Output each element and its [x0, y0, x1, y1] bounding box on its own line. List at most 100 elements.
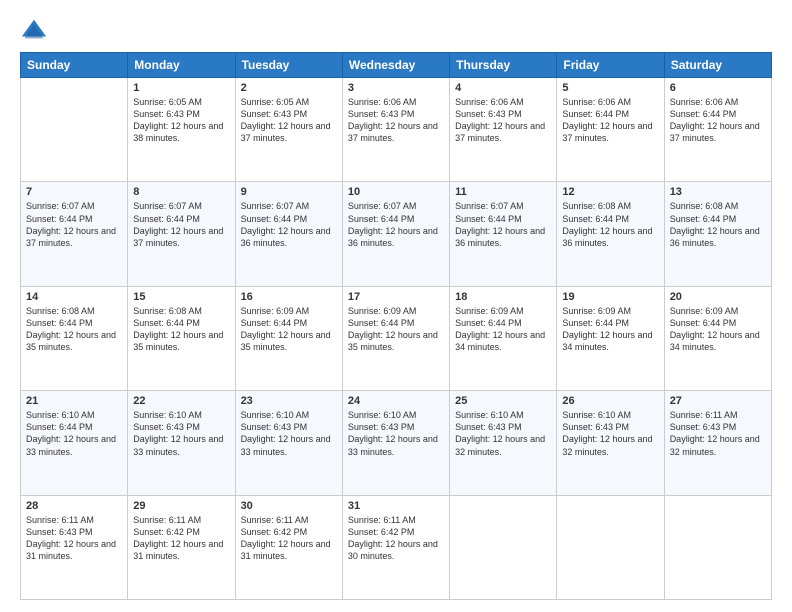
- day-info: Sunrise: 6:11 AMSunset: 6:42 PMDaylight:…: [348, 515, 438, 561]
- calendar-cell: 2 Sunrise: 6:05 AMSunset: 6:43 PMDayligh…: [235, 78, 342, 182]
- day-number: 9: [241, 186, 337, 198]
- day-info: Sunrise: 6:10 AMSunset: 6:43 PMDaylight:…: [348, 410, 438, 456]
- calendar-cell: [21, 78, 128, 182]
- calendar-cell: 12 Sunrise: 6:08 AMSunset: 6:44 PMDaylig…: [557, 182, 664, 286]
- day-info: Sunrise: 6:11 AMSunset: 6:43 PMDaylight:…: [26, 515, 116, 561]
- day-header-friday: Friday: [557, 53, 664, 78]
- calendar-cell: 30 Sunrise: 6:11 AMSunset: 6:42 PMDaylig…: [235, 495, 342, 599]
- day-header-sunday: Sunday: [21, 53, 128, 78]
- day-header-monday: Monday: [128, 53, 235, 78]
- calendar-cell: 25 Sunrise: 6:10 AMSunset: 6:43 PMDaylig…: [450, 391, 557, 495]
- day-number: 5: [562, 82, 658, 94]
- day-number: 29: [133, 500, 229, 512]
- calendar-week-4: 28 Sunrise: 6:11 AMSunset: 6:43 PMDaylig…: [21, 495, 772, 599]
- calendar-cell: 18 Sunrise: 6:09 AMSunset: 6:44 PMDaylig…: [450, 286, 557, 390]
- day-info: Sunrise: 6:07 AMSunset: 6:44 PMDaylight:…: [455, 201, 545, 247]
- day-number: 4: [455, 82, 551, 94]
- day-number: 2: [241, 82, 337, 94]
- day-info: Sunrise: 6:10 AMSunset: 6:43 PMDaylight:…: [241, 410, 331, 456]
- day-info: Sunrise: 6:09 AMSunset: 6:44 PMDaylight:…: [670, 306, 760, 352]
- calendar-cell: 19 Sunrise: 6:09 AMSunset: 6:44 PMDaylig…: [557, 286, 664, 390]
- day-number: 3: [348, 82, 444, 94]
- calendar-header-row: SundayMondayTuesdayWednesdayThursdayFrid…: [21, 53, 772, 78]
- calendar-cell: 5 Sunrise: 6:06 AMSunset: 6:44 PMDayligh…: [557, 78, 664, 182]
- day-info: Sunrise: 6:09 AMSunset: 6:44 PMDaylight:…: [455, 306, 545, 352]
- calendar-body: 1 Sunrise: 6:05 AMSunset: 6:43 PMDayligh…: [21, 78, 772, 600]
- day-info: Sunrise: 6:09 AMSunset: 6:44 PMDaylight:…: [241, 306, 331, 352]
- calendar-cell: [450, 495, 557, 599]
- calendar-cell: 26 Sunrise: 6:10 AMSunset: 6:43 PMDaylig…: [557, 391, 664, 495]
- day-number: 17: [348, 291, 444, 303]
- calendar-cell: 28 Sunrise: 6:11 AMSunset: 6:43 PMDaylig…: [21, 495, 128, 599]
- day-number: 15: [133, 291, 229, 303]
- calendar-cell: 9 Sunrise: 6:07 AMSunset: 6:44 PMDayligh…: [235, 182, 342, 286]
- day-info: Sunrise: 6:08 AMSunset: 6:44 PMDaylight:…: [670, 201, 760, 247]
- day-number: 30: [241, 500, 337, 512]
- day-number: 22: [133, 395, 229, 407]
- calendar-cell: 6 Sunrise: 6:06 AMSunset: 6:44 PMDayligh…: [664, 78, 771, 182]
- day-number: 23: [241, 395, 337, 407]
- calendar: SundayMondayTuesdayWednesdayThursdayFrid…: [20, 52, 772, 600]
- day-number: 1: [133, 82, 229, 94]
- calendar-week-2: 14 Sunrise: 6:08 AMSunset: 6:44 PMDaylig…: [21, 286, 772, 390]
- day-info: Sunrise: 6:07 AMSunset: 6:44 PMDaylight:…: [348, 201, 438, 247]
- header: [20, 16, 772, 44]
- day-number: 26: [562, 395, 658, 407]
- day-info: Sunrise: 6:10 AMSunset: 6:43 PMDaylight:…: [562, 410, 652, 456]
- calendar-cell: 21 Sunrise: 6:10 AMSunset: 6:44 PMDaylig…: [21, 391, 128, 495]
- day-header-tuesday: Tuesday: [235, 53, 342, 78]
- calendar-cell: 16 Sunrise: 6:09 AMSunset: 6:44 PMDaylig…: [235, 286, 342, 390]
- calendar-cell: 15 Sunrise: 6:08 AMSunset: 6:44 PMDaylig…: [128, 286, 235, 390]
- calendar-cell: 8 Sunrise: 6:07 AMSunset: 6:44 PMDayligh…: [128, 182, 235, 286]
- day-info: Sunrise: 6:06 AMSunset: 6:44 PMDaylight:…: [670, 97, 760, 143]
- calendar-cell: 13 Sunrise: 6:08 AMSunset: 6:44 PMDaylig…: [664, 182, 771, 286]
- calendar-cell: 7 Sunrise: 6:07 AMSunset: 6:44 PMDayligh…: [21, 182, 128, 286]
- calendar-cell: 20 Sunrise: 6:09 AMSunset: 6:44 PMDaylig…: [664, 286, 771, 390]
- page: SundayMondayTuesdayWednesdayThursdayFrid…: [0, 0, 792, 612]
- day-number: 19: [562, 291, 658, 303]
- day-number: 25: [455, 395, 551, 407]
- calendar-cell: 10 Sunrise: 6:07 AMSunset: 6:44 PMDaylig…: [342, 182, 449, 286]
- calendar-cell: 11 Sunrise: 6:07 AMSunset: 6:44 PMDaylig…: [450, 182, 557, 286]
- calendar-cell: 27 Sunrise: 6:11 AMSunset: 6:43 PMDaylig…: [664, 391, 771, 495]
- day-number: 13: [670, 186, 766, 198]
- day-info: Sunrise: 6:11 AMSunset: 6:42 PMDaylight:…: [241, 515, 331, 561]
- calendar-cell: 24 Sunrise: 6:10 AMSunset: 6:43 PMDaylig…: [342, 391, 449, 495]
- logo-icon: [20, 16, 48, 44]
- day-number: 11: [455, 186, 551, 198]
- calendar-week-0: 1 Sunrise: 6:05 AMSunset: 6:43 PMDayligh…: [21, 78, 772, 182]
- calendar-cell: [557, 495, 664, 599]
- day-info: Sunrise: 6:06 AMSunset: 6:43 PMDaylight:…: [455, 97, 545, 143]
- day-number: 8: [133, 186, 229, 198]
- day-number: 16: [241, 291, 337, 303]
- calendar-week-1: 7 Sunrise: 6:07 AMSunset: 6:44 PMDayligh…: [21, 182, 772, 286]
- day-number: 27: [670, 395, 766, 407]
- calendar-cell: 1 Sunrise: 6:05 AMSunset: 6:43 PMDayligh…: [128, 78, 235, 182]
- day-info: Sunrise: 6:08 AMSunset: 6:44 PMDaylight:…: [562, 201, 652, 247]
- day-header-saturday: Saturday: [664, 53, 771, 78]
- day-info: Sunrise: 6:11 AMSunset: 6:43 PMDaylight:…: [670, 410, 760, 456]
- day-info: Sunrise: 6:06 AMSunset: 6:43 PMDaylight:…: [348, 97, 438, 143]
- day-info: Sunrise: 6:08 AMSunset: 6:44 PMDaylight:…: [133, 306, 223, 352]
- day-info: Sunrise: 6:07 AMSunset: 6:44 PMDaylight:…: [241, 201, 331, 247]
- day-info: Sunrise: 6:10 AMSunset: 6:43 PMDaylight:…: [133, 410, 223, 456]
- day-number: 18: [455, 291, 551, 303]
- day-info: Sunrise: 6:10 AMSunset: 6:44 PMDaylight:…: [26, 410, 116, 456]
- day-number: 6: [670, 82, 766, 94]
- day-info: Sunrise: 6:05 AMSunset: 6:43 PMDaylight:…: [241, 97, 331, 143]
- day-info: Sunrise: 6:11 AMSunset: 6:42 PMDaylight:…: [133, 515, 223, 561]
- calendar-cell: 14 Sunrise: 6:08 AMSunset: 6:44 PMDaylig…: [21, 286, 128, 390]
- calendar-cell: 22 Sunrise: 6:10 AMSunset: 6:43 PMDaylig…: [128, 391, 235, 495]
- calendar-cell: 3 Sunrise: 6:06 AMSunset: 6:43 PMDayligh…: [342, 78, 449, 182]
- day-number: 28: [26, 500, 122, 512]
- calendar-cell: 29 Sunrise: 6:11 AMSunset: 6:42 PMDaylig…: [128, 495, 235, 599]
- day-info: Sunrise: 6:06 AMSunset: 6:44 PMDaylight:…: [562, 97, 652, 143]
- calendar-cell: 4 Sunrise: 6:06 AMSunset: 6:43 PMDayligh…: [450, 78, 557, 182]
- day-header-thursday: Thursday: [450, 53, 557, 78]
- day-number: 24: [348, 395, 444, 407]
- calendar-cell: [664, 495, 771, 599]
- day-info: Sunrise: 6:10 AMSunset: 6:43 PMDaylight:…: [455, 410, 545, 456]
- day-number: 14: [26, 291, 122, 303]
- day-number: 31: [348, 500, 444, 512]
- calendar-cell: 23 Sunrise: 6:10 AMSunset: 6:43 PMDaylig…: [235, 391, 342, 495]
